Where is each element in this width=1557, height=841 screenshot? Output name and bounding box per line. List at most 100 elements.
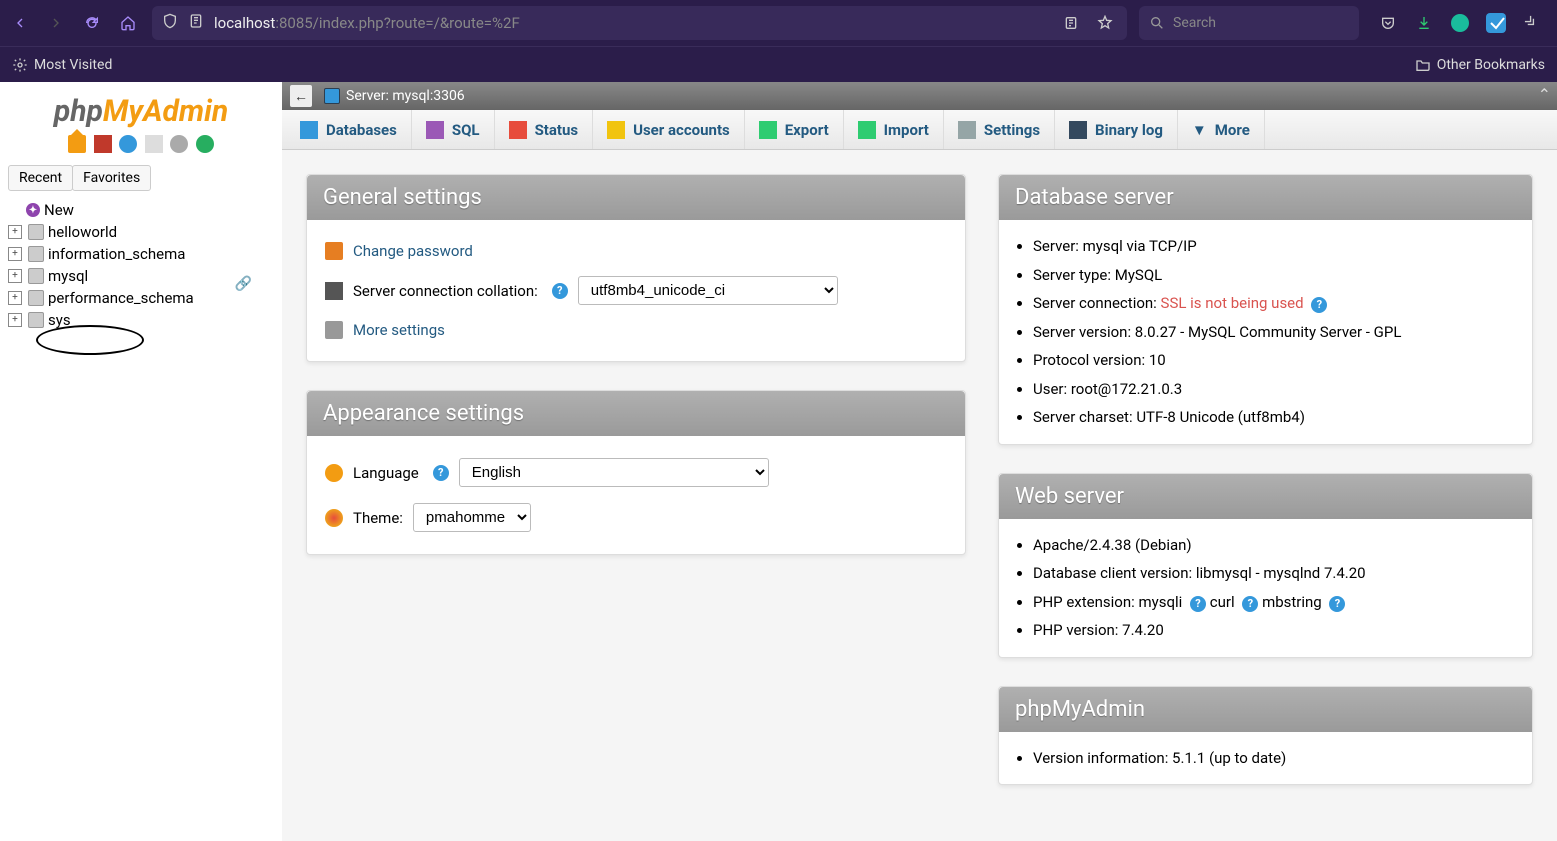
tab-databases[interactable]: Databases — [286, 110, 412, 149]
browser-search-box[interactable]: Search — [1139, 6, 1359, 40]
card-phpmyadmin: phpMyAdmin Version information: 5.1.1 (u… — [998, 686, 1533, 786]
docs-icon[interactable] — [119, 135, 137, 153]
downloads-icon[interactable] — [1413, 12, 1435, 34]
tab-label: User accounts — [633, 121, 730, 139]
link-icon[interactable]: 🔗 — [235, 276, 252, 292]
expand-icon[interactable]: + — [8, 247, 22, 261]
folder-icon — [1415, 57, 1431, 73]
forward-button[interactable] — [44, 11, 68, 35]
theme-row: Theme: pmahomme — [325, 495, 947, 540]
page-icon — [188, 13, 204, 33]
theme-select[interactable]: pmahomme — [413, 503, 531, 532]
tab-sql[interactable]: SQL — [412, 110, 495, 149]
expand-icon[interactable]: + — [8, 225, 22, 239]
expand-icon[interactable]: + — [8, 291, 22, 305]
change-password-link[interactable]: Change password — [353, 242, 473, 260]
back-button[interactable] — [8, 11, 32, 35]
list-item: Database client version: libmysql - mysq… — [1033, 559, 1514, 588]
collapse-nav-button[interactable]: ← — [290, 85, 312, 107]
theme-icon — [325, 509, 343, 527]
help-icon[interactable]: ? — [1242, 596, 1258, 612]
card-web-server: Web server Apache/2.4.38 (Debian) Databa… — [998, 473, 1533, 658]
reload-button[interactable] — [80, 11, 104, 35]
help-icon[interactable]: ? — [1329, 596, 1345, 612]
expand-icon[interactable]: + — [8, 269, 22, 283]
tree-db-sys[interactable]: + sys — [8, 309, 274, 331]
breadcrumb: ← Server: mysql:3306 ⌃ — [282, 82, 1557, 110]
card-title: Web server — [999, 474, 1532, 519]
search-placeholder: Search — [1173, 15, 1216, 31]
list-item: Server: mysql via TCP/IP — [1033, 232, 1514, 261]
key-icon — [325, 242, 343, 260]
databases-icon — [300, 121, 318, 139]
card-database-server: Database server Server: mysql via TCP/IP… — [998, 174, 1533, 445]
tab-recent[interactable]: Recent — [8, 165, 73, 191]
tab-export[interactable]: Export — [745, 110, 844, 149]
pma-list: Version information: 5.1.1 (up to date) — [999, 732, 1532, 785]
db-label: sys — [48, 311, 71, 329]
language-select[interactable]: English — [459, 458, 769, 487]
home-icon[interactable] — [68, 135, 86, 153]
ext1-icon[interactable] — [1449, 12, 1471, 34]
bookmarks-bar: Most Visited Other Bookmarks — [0, 46, 1557, 82]
help-icon[interactable]: ? — [433, 465, 449, 481]
webserver-list: Apache/2.4.38 (Debian) Database client v… — [999, 519, 1532, 657]
dbserver-list: Server: mysql via TCP/IP Server type: My… — [999, 220, 1532, 444]
tab-import[interactable]: Import — [844, 110, 944, 149]
address-bar[interactable]: localhost:8085/index.php?route=/&route=%… — [152, 6, 1127, 40]
list-item: User: root@172.21.0.3 — [1033, 375, 1514, 404]
tab-status[interactable]: Status — [495, 110, 594, 149]
tree-db-information-schema[interactable]: + information_schema — [8, 243, 274, 265]
theme-label: Theme: — [353, 509, 403, 527]
tab-more[interactable]: ▼More — [1178, 110, 1265, 149]
reload-icon[interactable] — [196, 135, 214, 153]
language-row: Language ? English — [325, 450, 947, 495]
ext2-icon[interactable] — [1485, 12, 1507, 34]
change-password-row: Change password — [325, 234, 947, 268]
pocket-icon[interactable] — [1377, 12, 1399, 34]
search-icon — [1149, 15, 1165, 31]
export-icon — [759, 121, 777, 139]
most-visited-bookmark[interactable]: Most Visited — [12, 57, 112, 73]
db-label: information_schema — [48, 245, 185, 263]
sql-icon[interactable] — [145, 135, 163, 153]
other-bookmarks-label: Other Bookmarks — [1437, 57, 1545, 73]
settings-icon[interactable] — [170, 135, 188, 153]
db-label: mysql — [48, 267, 88, 285]
tab-label: Export — [785, 121, 829, 139]
tree-db-helloworld[interactable]: + helloworld — [8, 221, 274, 243]
wrench-icon — [325, 321, 343, 339]
status-icon — [509, 121, 527, 139]
more-settings-link[interactable]: More settings — [353, 321, 445, 339]
text-icon — [325, 282, 343, 300]
breadcrumb-label[interactable]: Server: mysql:3306 — [346, 88, 465, 104]
expand-icon[interactable]: + — [8, 313, 22, 327]
browser-toolbar: localhost:8085/index.php?route=/&route=%… — [0, 0, 1557, 46]
collation-select[interactable]: utf8mb4_unicode_ci — [578, 276, 838, 305]
tree-new[interactable]: ✦ New — [8, 199, 274, 221]
other-bookmarks[interactable]: Other Bookmarks — [1415, 57, 1545, 73]
bookmark-star-icon[interactable] — [1093, 11, 1117, 35]
list-item-label: curl — [1210, 593, 1239, 611]
card-title: General settings — [307, 175, 965, 220]
help-icon[interactable]: ? — [1311, 297, 1327, 313]
db-label: helloworld — [48, 223, 117, 241]
list-item: Protocol version: 10 — [1033, 346, 1514, 375]
overflow-icon[interactable] — [1521, 12, 1543, 34]
help-icon[interactable]: ? — [1190, 596, 1206, 612]
list-item: Server connection: SSL is not being used… — [1033, 289, 1514, 318]
tab-settings[interactable]: Settings — [944, 110, 1055, 149]
pma-logo[interactable]: phpMyAdmin — [0, 94, 282, 129]
reader-icon[interactable] — [1059, 11, 1083, 35]
logout-icon[interactable] — [94, 135, 112, 153]
url-path: :8085/index.php?route=/&route=%2F — [275, 14, 519, 32]
home-button[interactable] — [116, 11, 140, 35]
ssl-warning: SSL is not being used — [1161, 294, 1304, 312]
list-item: PHP extension: mysqli ? curl ? mbstring … — [1033, 588, 1514, 617]
help-icon[interactable]: ? — [552, 283, 568, 299]
minimize-icon[interactable]: ⌃ — [1538, 85, 1551, 104]
tab-binlog[interactable]: Binary log — [1055, 110, 1178, 149]
tab-favorites[interactable]: Favorites — [72, 165, 151, 191]
card-general-settings: General settings Change password Server … — [306, 174, 966, 362]
tab-users[interactable]: User accounts — [593, 110, 745, 149]
